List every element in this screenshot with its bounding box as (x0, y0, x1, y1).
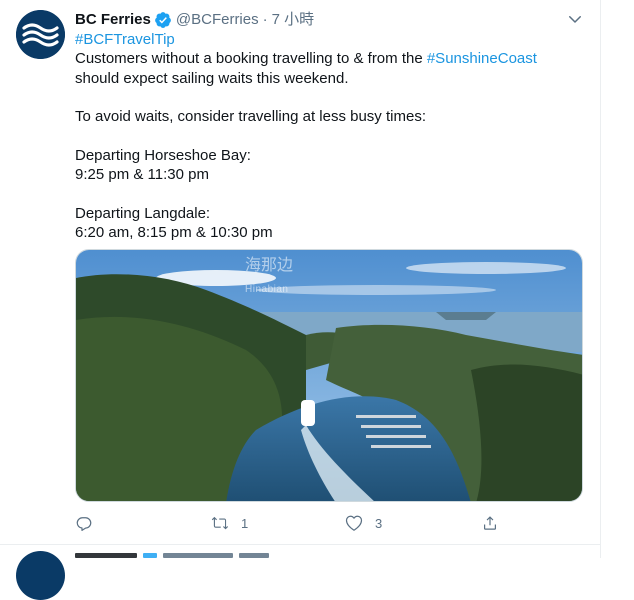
avatar[interactable] (16, 10, 65, 59)
reply-icon (75, 514, 93, 532)
next-tweet-header (75, 553, 295, 558)
tweet-actions: 1 3 (75, 513, 515, 533)
tweet-card[interactable]: BC Ferries @BCFerries · 7 小時 #BCFTravelT… (0, 0, 600, 548)
watermark: 海那边 (245, 257, 294, 274)
retweet-button[interactable]: 1 (211, 513, 248, 533)
tweet-divider (0, 544, 600, 545)
verified-badge-icon (154, 11, 172, 29)
tweet-line: Departing Horseshoe Bay: (75, 146, 251, 164)
display-name[interactable]: BC Ferries (75, 10, 151, 30)
tweet-line: Departing Langdale: (75, 204, 211, 222)
watermark-sub: Hinabian (245, 284, 289, 295)
tweet-text: #BCFTravelTip Customers without a bookin… (75, 30, 587, 242)
like-count: 3 (375, 515, 383, 531)
timeline-border (600, 0, 601, 558)
tweet-line: 6:20 am, 8:15 pm & 10:30 pm (75, 223, 273, 241)
tweet-line: should expect sailing waits this weekend… (75, 69, 349, 87)
like-button[interactable]: 3 (345, 513, 382, 533)
handle[interactable]: @BCFerries (176, 10, 259, 30)
tweet-line: 9:25 pm & 11:30 pm (75, 166, 209, 184)
timestamp[interactable]: 7 小時 (272, 10, 315, 30)
retweet-icon (211, 514, 229, 532)
share-button[interactable] (481, 513, 499, 533)
separator: · (262, 11, 268, 28)
tweet-photo[interactable] (75, 249, 583, 502)
next-tweet-avatar[interactable] (16, 551, 65, 600)
reply-button[interactable] (75, 513, 105, 533)
heart-icon (345, 514, 363, 532)
chevron-down-icon[interactable] (566, 10, 586, 30)
bc-ferries-logo-icon (16, 10, 65, 59)
tweet-line: To avoid waits, consider travelling at l… (75, 108, 426, 126)
share-icon (481, 514, 499, 532)
tweet-header: BC Ferries @BCFerries · 7 小時 (75, 10, 314, 30)
hashtag-link[interactable]: #SunshineCoast (427, 50, 537, 67)
tweet-line: Customers without a booking travelling t… (75, 50, 427, 68)
retweet-count: 1 (241, 515, 249, 531)
hashtag-link[interactable]: #BCFTravelTip (75, 31, 175, 48)
